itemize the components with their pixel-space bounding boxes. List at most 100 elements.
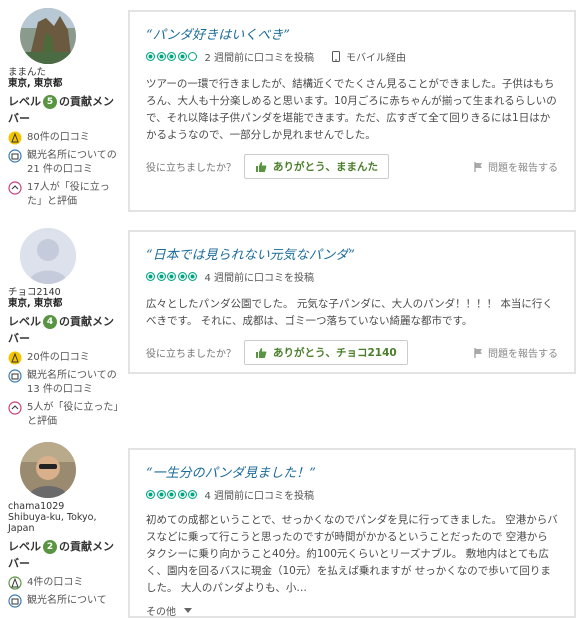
- rating-bubble-full: [188, 490, 197, 499]
- review-card: “パンダ好きはいくべき” 2 週間前に口コミを投稿 モバイル経由 ツアーの一環で…: [128, 10, 576, 212]
- helpful-row: 役に立ちましたか？ ありがとう、ままんた 問題を報告する: [146, 154, 558, 179]
- reviews-count-stat: 4件の口コミ: [8, 576, 120, 590]
- contributor-level: レベル 5 の貢献メンバー: [8, 93, 120, 127]
- user-location: 東京, 東京都: [8, 298, 63, 309]
- reviews-count-stat: 80件の口コミ: [8, 131, 120, 145]
- review-meta: 4 週間前に口コミを投稿: [146, 487, 574, 502]
- review-date: 4 週間前に口コミを投稿: [204, 273, 315, 284]
- rating-bubble-full: [156, 490, 166, 499]
- level-badge: 4: [43, 315, 57, 329]
- reviews-icon: [8, 351, 22, 365]
- rating-bubble-full: [156, 52, 166, 61]
- reviews-count: 4件の口コミ: [27, 577, 84, 588]
- level-badge: 2: [43, 540, 57, 554]
- helpful-question: 役に立ちましたか？: [146, 163, 236, 174]
- username[interactable]: ままんた: [8, 67, 120, 78]
- attractions-count: 観光名所について: [27, 595, 107, 606]
- read-more-label: その他: [146, 607, 176, 618]
- thumb-up-icon: [256, 161, 267, 172]
- helpful-stat: 17人が「役に立った」と評価: [8, 181, 120, 209]
- review-title[interactable]: “日本では見られない元気なパンダ”: [146, 244, 574, 263]
- report-label: 問題を報告する: [488, 163, 558, 174]
- helpful-count: 5人が「役に立った」と評価: [27, 402, 119, 427]
- reviews-count-stat: 20件の口コミ: [8, 351, 120, 365]
- review-meta: 4 週間前に口コミを投稿: [146, 269, 574, 284]
- rating-bubbles: [146, 272, 199, 281]
- mobile-icon: [332, 51, 341, 62]
- review-title[interactable]: “パンダ好きはいくべき”: [146, 24, 574, 43]
- attractions-stat: 観光名所についての 13 件の口コミ: [8, 369, 120, 397]
- attractions-icon: [8, 369, 22, 383]
- reviews-icon: [8, 576, 22, 590]
- rating-bubble-full: [146, 490, 155, 499]
- user-location: Shibuya-ku, Tokyo, Japan: [8, 512, 97, 534]
- reviewer-panel: チョコ2140 東京, 東京都 レベル 4 の貢献メンバー 20件の口コミ 観光名所…: [8, 228, 120, 429]
- rating-bubble-full: [177, 52, 187, 61]
- rating-bubble-full: [177, 272, 187, 281]
- review-3: chama1029 Shibuya-ku, Tokyo, Japan レベル 2 の…: [0, 434, 584, 618]
- report-label: 問題を報告する: [488, 349, 558, 360]
- review-meta: 2 週間前に口コミを投稿 モバイル経由: [146, 49, 574, 64]
- rating-bubble-full: [167, 490, 176, 499]
- attractions-icon: [8, 594, 22, 608]
- review-1: ままんた 東京, 東京都 レベル 5 の貢献メンバー 80件の口コミ 観光名所につい…: [0, 0, 584, 222]
- review-body: 広々としたパンダ公園でした。 元気な子パンダに、大人のパンダ！！！！ 本当に行く…: [146, 298, 553, 327]
- rating-bubble-full: [188, 272, 197, 281]
- review-body: 初めての成都ということで、せっかくなのでパンダを見に行ってきました。 空港からバ…: [146, 514, 558, 594]
- reviews-count: 20件の口コミ: [27, 352, 90, 363]
- rating-bubbles: [146, 490, 199, 499]
- review-title[interactable]: “一生分のパンダ見ました！”: [146, 462, 574, 481]
- level-prefix: レベル: [8, 540, 41, 553]
- rating-bubble-full: [146, 52, 155, 61]
- rating-bubble-full: [167, 272, 176, 281]
- reviews-count: 80件の口コミ: [27, 132, 90, 143]
- attractions-stat: 観光名所について: [8, 594, 120, 608]
- helpful-row: 役に立ちましたか？ ありがとう、チョコ2140 問題を報告する: [146, 340, 558, 365]
- helpful-icon: [8, 181, 22, 195]
- reviewer-panel: chama1029 Shibuya-ku, Tokyo, Japan レベル 2 の…: [8, 442, 120, 608]
- rating-bubble-empty: [188, 52, 197, 61]
- chevron-down-icon: [184, 607, 192, 613]
- rating-bubble-full: [146, 272, 155, 281]
- avatar[interactable]: [20, 442, 76, 498]
- attractions-stat: 観光名所についての 21 件の口コミ: [8, 149, 120, 177]
- user-location: 東京, 東京都: [8, 78, 63, 89]
- attractions-icon: [8, 149, 22, 163]
- rating-bubbles: [146, 52, 199, 61]
- reviews-icon: [8, 131, 22, 145]
- avatar[interactable]: [20, 8, 76, 64]
- mobile-label: モバイル経由: [346, 53, 407, 64]
- thanks-button[interactable]: ありがとう、ままんた: [244, 154, 389, 179]
- review-2: チョコ2140 東京, 東京都 レベル 4 の貢献メンバー 20件の口コミ 観光名所…: [0, 222, 584, 434]
- helpful-count: 17人が「役に立った」と評価: [27, 182, 110, 207]
- attractions-count: 観光名所についての 13 件の口コミ: [27, 370, 117, 395]
- thanks-label: ありがとう、ままんた: [273, 161, 378, 173]
- username[interactable]: chama1029: [8, 501, 120, 512]
- helpful-question: 役に立ちましたか？: [146, 349, 236, 360]
- review-date: 2 週間前に口コミを投稿: [204, 53, 315, 64]
- read-more-link[interactable]: その他: [146, 603, 558, 618]
- review-date: 4 週間前に口コミを投稿: [204, 491, 315, 502]
- thanks-label: ありがとう、チョコ2140: [273, 347, 397, 359]
- username[interactable]: チョコ2140: [8, 287, 120, 298]
- thumb-up-icon: [256, 347, 267, 358]
- rating-bubble-full: [177, 490, 187, 499]
- reviewer-panel: ままんた 東京, 東京都 レベル 5 の貢献メンバー 80件の口コミ 観光名所につい…: [8, 8, 120, 209]
- helpful-icon: [8, 401, 22, 415]
- review-card: “日本では見られない元気なパンダ” 4 週間前に口コミを投稿 広々としたパンダ公…: [128, 230, 576, 374]
- rating-bubble-full: [156, 272, 166, 281]
- contributor-level: レベル 4 の貢献メンバー: [8, 313, 120, 347]
- review-body: ツアーの一環で行きましたが、結構近くでたくさん見ることができました。子供はもちろ…: [146, 78, 557, 141]
- contributor-level: レベル 2 の貢献メンバー: [8, 538, 120, 572]
- helpful-stat: 5人が「役に立った」と評価: [8, 401, 120, 429]
- flag-icon: [474, 347, 482, 358]
- report-problem-link[interactable]: 問題を報告する: [474, 345, 558, 360]
- rating-bubble-full: [167, 52, 176, 61]
- level-prefix: レベル: [8, 95, 41, 108]
- report-problem-link[interactable]: 問題を報告する: [474, 159, 558, 174]
- level-prefix: レベル: [8, 315, 41, 328]
- avatar[interactable]: [20, 228, 76, 284]
- review-card: “一生分のパンダ見ました！” 4 週間前に口コミを投稿 初めての成都ということで…: [128, 448, 576, 618]
- level-badge: 5: [43, 95, 57, 109]
- thanks-button[interactable]: ありがとう、チョコ2140: [244, 340, 408, 365]
